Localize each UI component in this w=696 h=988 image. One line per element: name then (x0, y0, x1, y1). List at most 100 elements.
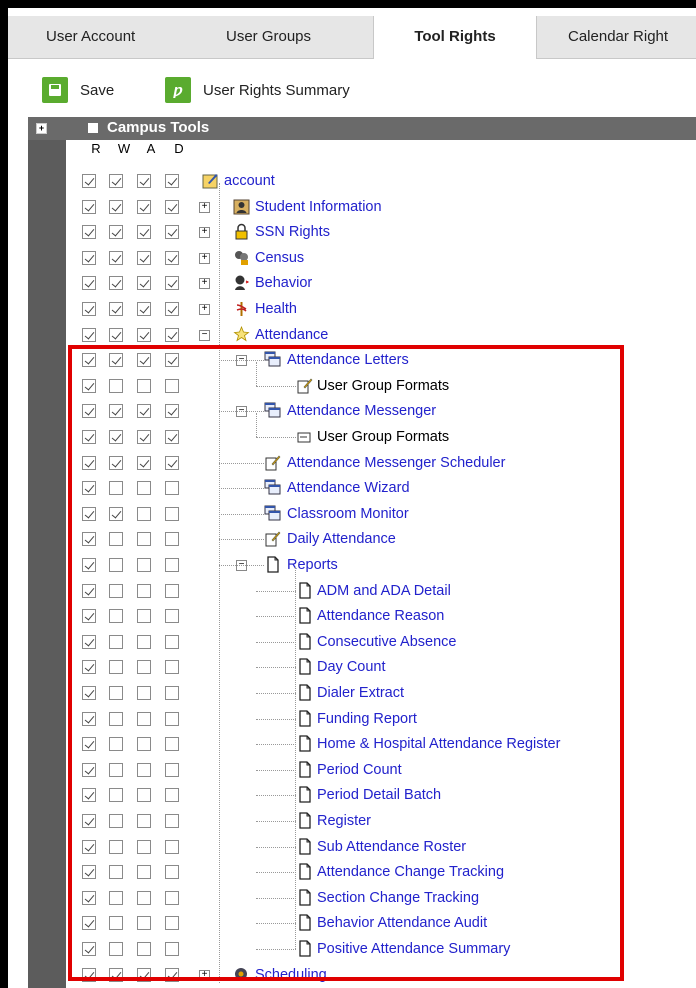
rights-checkbox-a[interactable] (137, 353, 151, 368)
rights-checkbox-w[interactable] (109, 302, 123, 316)
rights-checkbox-d[interactable] (165, 660, 179, 675)
rights-checkbox-d[interactable] (165, 558, 179, 572)
tree-item-label[interactable]: Register (317, 813, 371, 829)
rights-checkbox-d[interactable] (165, 890, 179, 905)
rights-checkbox-w[interactable] (109, 276, 123, 291)
rights-checkbox-r[interactable] (82, 455, 96, 470)
rights-checkbox-r[interactable] (82, 276, 96, 291)
tree-item-label[interactable]: Home & Hospital Attendance Register (317, 736, 560, 752)
tree-item-label[interactable]: Daily Attendance (287, 531, 396, 547)
rights-checkbox-r[interactable] (82, 430, 96, 444)
rights-checkbox-a[interactable] (137, 916, 151, 931)
tree-item-label[interactable]: Attendance Messenger (287, 403, 436, 419)
rights-checkbox-d[interactable] (165, 583, 179, 598)
rights-checkbox-d[interactable] (165, 199, 179, 214)
rights-checkbox-d[interactable] (165, 609, 179, 624)
tree-item-label[interactable]: Consecutive Absence (317, 634, 456, 650)
expand-icon[interactable]: + (199, 304, 210, 315)
rights-checkbox-a[interactable] (137, 558, 151, 572)
rights-checkbox-d[interactable] (165, 762, 179, 777)
tree-item-label[interactable]: Day Count (317, 659, 386, 675)
rights-checkbox-r[interactable] (82, 225, 96, 240)
rights-checkbox-r[interactable] (82, 788, 96, 803)
rights-checkbox-w[interactable] (109, 404, 123, 419)
expand-icon[interactable]: + (199, 227, 210, 239)
tree-item-label[interactable]: Census (255, 250, 304, 266)
rights-checkbox-r[interactable] (82, 558, 96, 572)
rights-checkbox-d[interactable] (165, 506, 179, 521)
rights-checkbox-d[interactable] (165, 532, 179, 547)
rights-checkbox-a[interactable] (137, 686, 151, 700)
rights-checkbox-w[interactable] (109, 558, 123, 572)
tree-item-label[interactable]: ADM and ADA Detail (317, 583, 451, 599)
tree-item-label[interactable]: Attendance (255, 327, 328, 343)
rights-checkbox-a[interactable] (137, 276, 151, 291)
rights-checkbox-a[interactable] (137, 250, 151, 265)
rights-checkbox-d[interactable] (165, 634, 179, 649)
rights-checkbox-d[interactable] (165, 711, 179, 726)
rights-checkbox-d[interactable] (165, 967, 179, 982)
rights-checkbox-w[interactable] (109, 609, 123, 624)
rights-checkbox-a[interactable] (137, 225, 151, 240)
rights-checkbox-r[interactable] (82, 250, 96, 265)
rights-checkbox-d[interactable] (165, 814, 179, 828)
tree-item-label[interactable]: account (224, 173, 275, 189)
rights-checkbox-a[interactable] (137, 378, 151, 393)
rights-checkbox-d[interactable] (165, 430, 179, 444)
rights-checkbox-a[interactable] (137, 302, 151, 316)
rights-checkbox-r[interactable] (82, 378, 96, 393)
expand-icon[interactable]: + (199, 278, 210, 290)
rights-checkbox-d[interactable] (165, 353, 179, 368)
rights-checkbox-w[interactable] (109, 890, 123, 905)
tab-user-groups[interactable]: User Groups (226, 16, 311, 58)
rights-checkbox-r[interactable] (82, 890, 96, 905)
tree-item-label[interactable]: Dialer Extract (317, 685, 404, 701)
rights-checkbox-w[interactable] (109, 327, 123, 342)
rights-checkbox-d[interactable] (165, 942, 179, 956)
tree-item-label[interactable]: SSN Rights (255, 224, 330, 240)
rights-checkbox-r[interactable] (82, 506, 96, 521)
rights-checkbox-w[interactable] (109, 737, 123, 752)
tree-item-label[interactable]: Health (255, 301, 297, 317)
rights-checkbox-a[interactable] (137, 174, 151, 188)
rights-checkbox-d[interactable] (165, 404, 179, 419)
rights-checkbox-w[interactable] (109, 762, 123, 777)
rights-checkbox-d[interactable] (165, 225, 179, 240)
rights-checkbox-r[interactable] (82, 711, 96, 726)
rights-checkbox-w[interactable] (109, 711, 123, 726)
tree-item-label[interactable]: Section Change Tracking (317, 890, 479, 906)
collapse-icon[interactable] (88, 123, 98, 133)
rights-checkbox-a[interactable] (137, 839, 151, 854)
expand-icon[interactable]: + (199, 969, 210, 981)
rights-checkbox-w[interactable] (109, 532, 123, 547)
rights-checkbox-r[interactable] (82, 660, 96, 675)
expand-icon[interactable]: + (199, 252, 210, 264)
rights-checkbox-r[interactable] (82, 199, 96, 214)
rights-checkbox-r[interactable] (82, 609, 96, 624)
rights-checkbox-w[interactable] (109, 250, 123, 265)
rights-checkbox-d[interactable] (165, 378, 179, 393)
rights-checkbox-r[interactable] (82, 737, 96, 752)
tab-calendar-rights[interactable]: Calendar Right (568, 16, 668, 58)
rights-checkbox-r[interactable] (82, 762, 96, 777)
rights-checkbox-r[interactable] (82, 302, 96, 316)
rights-checkbox-d[interactable] (165, 737, 179, 752)
rights-checkbox-w[interactable] (109, 174, 123, 188)
rights-checkbox-a[interactable] (137, 532, 151, 547)
rights-checkbox-r[interactable] (82, 967, 96, 982)
rights-checkbox-d[interactable] (165, 250, 179, 265)
tree-item-label[interactable]: Attendance Wizard (287, 480, 410, 496)
rights-checkbox-r[interactable] (82, 634, 96, 649)
tree-item-label[interactable]: Sub Attendance Roster (317, 839, 466, 855)
rights-checkbox-d[interactable] (165, 788, 179, 803)
rights-checkbox-d[interactable] (165, 481, 179, 496)
rights-checkbox-w[interactable] (109, 942, 123, 956)
rights-checkbox-d[interactable] (165, 865, 179, 880)
tree-item-label[interactable]: Student Information (255, 199, 382, 215)
tab-user-account[interactable]: User Account (46, 16, 135, 58)
rights-checkbox-a[interactable] (137, 327, 151, 342)
tree-item-label[interactable]: Attendance Messenger Scheduler (287, 455, 505, 471)
rights-checkbox-r[interactable] (82, 814, 96, 828)
rights-checkbox-a[interactable] (137, 455, 151, 470)
rights-checkbox-d[interactable] (165, 916, 179, 931)
